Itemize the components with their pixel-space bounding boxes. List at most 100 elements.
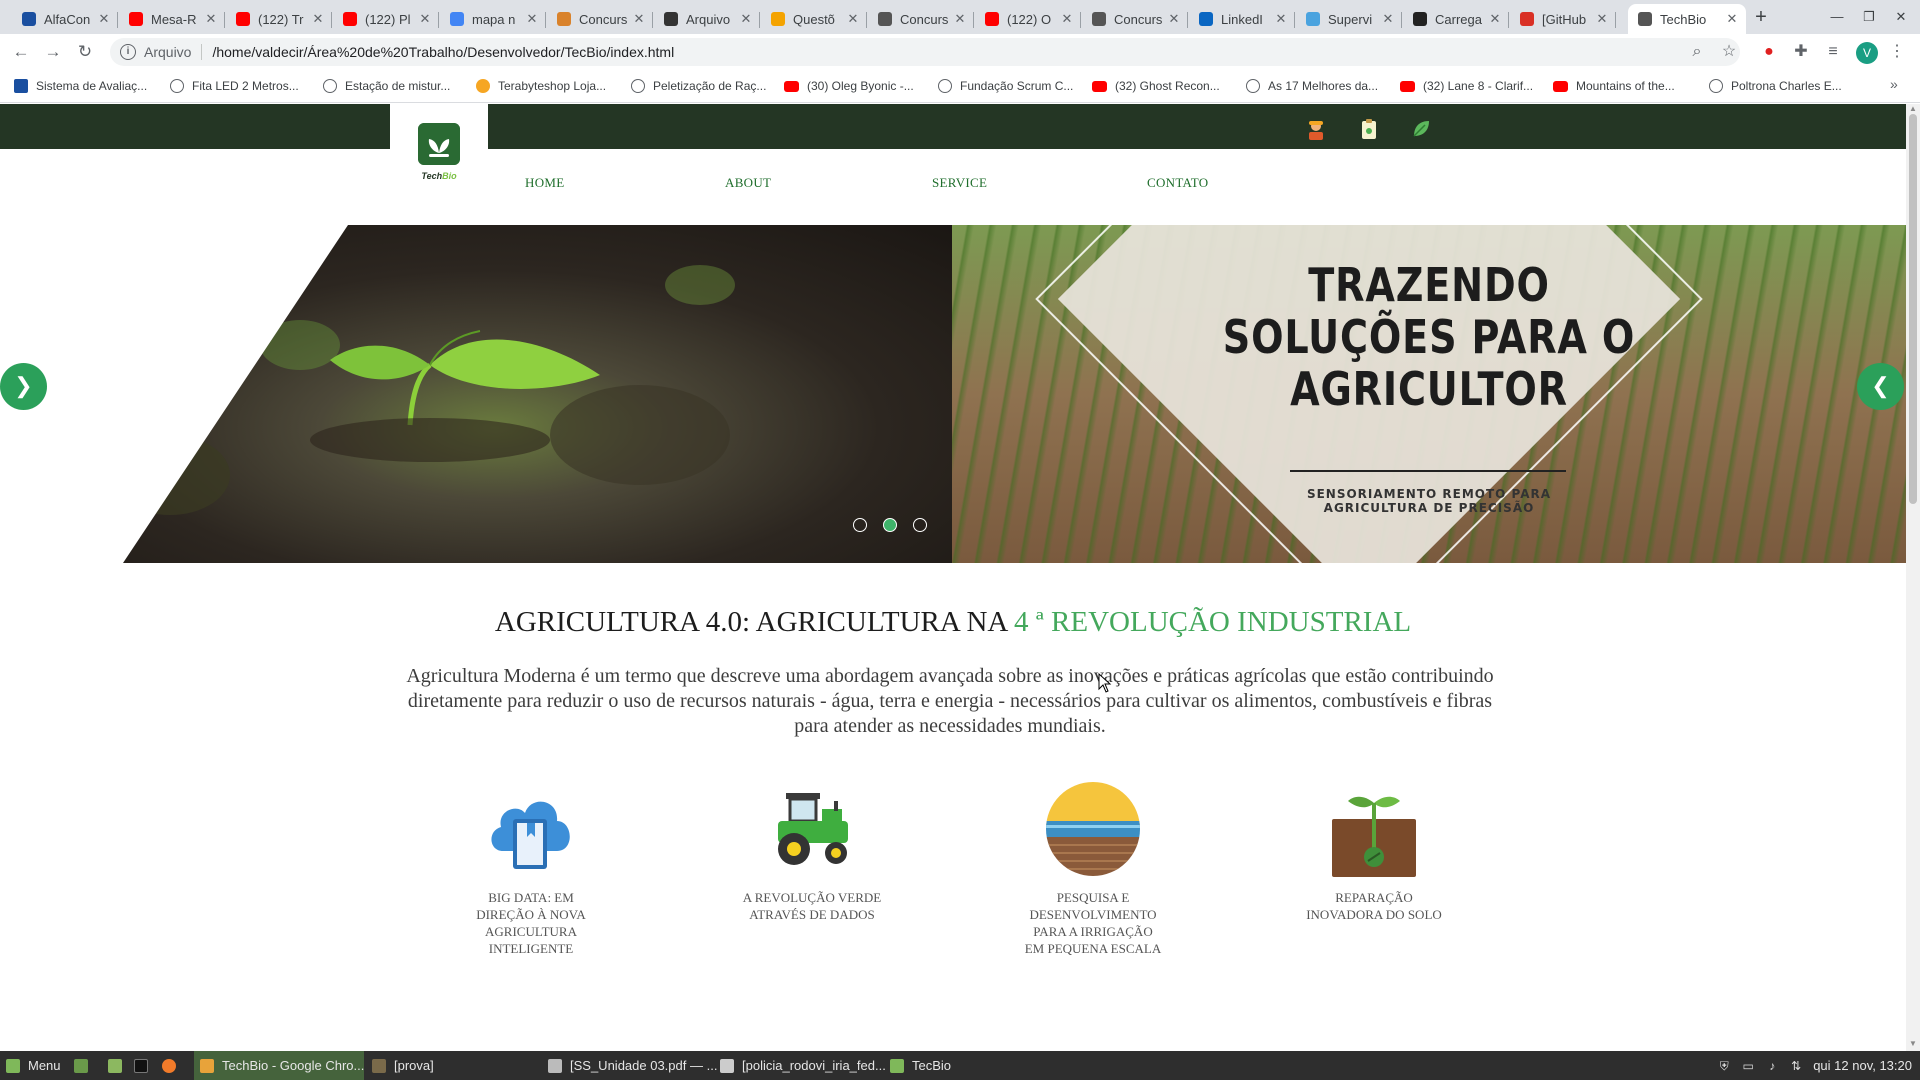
slider-dot-2[interactable] <box>883 518 897 532</box>
tab-close-icon[interactable]: ✕ <box>1166 11 1182 27</box>
tab-close-icon[interactable]: ✕ <box>1380 11 1396 27</box>
scroll-thumb[interactable] <box>1909 114 1917 504</box>
scroll-up-arrow[interactable]: ▲ <box>1909 104 1917 113</box>
files-launcher-icon[interactable] <box>108 1051 130 1080</box>
opera-extension-icon[interactable]: ● <box>1758 42 1780 64</box>
browser-tab[interactable]: LinkedI ✕ <box>1189 4 1295 34</box>
taskbar-window-item[interactable]: TechBio - Google Chro... <box>194 1051 364 1080</box>
browser-tab[interactable]: AlfaCon ✕ <box>12 4 118 34</box>
bookmark-item[interactable]: (30) Oleg Byonic -... <box>784 76 914 96</box>
tab-close-icon[interactable]: ✕ <box>203 11 219 27</box>
bookmark-item[interactable]: Poltrona Charles E... <box>1709 76 1842 96</box>
bookmark-item[interactable]: Estação de mistur... <box>323 76 450 96</box>
browser-tab[interactable]: Questõ ✕ <box>761 4 867 34</box>
slider-dot-3[interactable] <box>913 518 927 532</box>
browser-tab[interactable]: (122) O ✕ <box>975 4 1081 34</box>
nav-service[interactable]: SERVICE <box>932 175 987 191</box>
bookmark-star-icon[interactable]: ☆ <box>1718 42 1740 64</box>
tab-close-icon[interactable]: ✕ <box>524 11 540 27</box>
tab-close-icon[interactable]: ✕ <box>631 11 647 27</box>
bookmark-item[interactable]: Sistema de Avaliaç... <box>14 76 147 96</box>
browser-tab[interactable]: mapa n ✕ <box>440 4 546 34</box>
back-button[interactable]: ← <box>10 42 32 64</box>
close-window-button[interactable]: ✕ <box>1886 6 1916 28</box>
tab-close-icon[interactable]: ✕ <box>310 11 326 27</box>
minimize-button[interactable]: — <box>1822 6 1852 28</box>
shield-icon[interactable]: ⛨ <box>1717 1059 1731 1073</box>
taskbar-window-item[interactable]: [prova] <box>366 1051 536 1080</box>
browser-tab[interactable]: [GitHub ✕ <box>1510 4 1616 34</box>
tab-close-icon[interactable]: ✕ <box>845 11 861 27</box>
address-url[interactable]: /home/valdecir/Área%20de%20Trabalho/Dese… <box>212 44 674 60</box>
browser-tab[interactable]: Carrega ✕ <box>1403 4 1509 34</box>
leaf-icon[interactable] <box>1410 118 1432 140</box>
feature-irrigation[interactable]: PESQUISA E DESENVOLVIMENTO PARA A IRRIGA… <box>1023 781 1163 957</box>
clock[interactable]: qui 12 nov, 13:20 <box>1813 1058 1912 1073</box>
globe-icon <box>1709 79 1723 93</box>
tab-close-icon[interactable]: ✕ <box>1059 11 1075 27</box>
bookmark-item[interactable]: Fita LED 2 Metros... <box>170 76 299 96</box>
browser-menu-icon[interactable]: ⋮ <box>1886 42 1908 64</box>
page-scrollbar[interactable]: ▲ ▼ <box>1906 104 1920 1051</box>
extensions-icon[interactable]: ✚ <box>1790 42 1812 64</box>
window-icon <box>720 1058 734 1073</box>
tab-close-icon[interactable]: ✕ <box>738 11 754 27</box>
tab-close-icon[interactable]: ✕ <box>1273 11 1289 27</box>
nav-about[interactable]: ABOUT <box>725 175 771 191</box>
zoom-icon[interactable]: ⌕ <box>1686 42 1708 64</box>
bookmark-item[interactable]: Fundação Scrum C... <box>938 76 1073 96</box>
clipboard-icon[interactable] <box>1358 118 1380 140</box>
tab-close-icon[interactable]: ✕ <box>96 11 112 27</box>
nav-home[interactable]: HOME <box>525 175 564 191</box>
slider-dot-1[interactable] <box>853 518 867 532</box>
browser-tab[interactable]: Arquivo ✕ <box>654 4 760 34</box>
bookmark-item[interactable]: As 17 Melhores da... <box>1246 76 1378 96</box>
github-icon <box>1413 12 1427 26</box>
browser-tab[interactable]: Mesa-R ✕ <box>119 4 225 34</box>
browser-tab[interactable]: Concurs ✕ <box>547 4 653 34</box>
browser-tab[interactable]: Concurs ✕ <box>1082 4 1188 34</box>
browser-tab[interactable]: (122) Pl ✕ <box>333 4 439 34</box>
feature-soil-repair[interactable]: REPARAÇÃO INOVADORA DO SOLO <box>1304 781 1444 923</box>
taskbar-window-item[interactable]: TecBio <box>884 1051 974 1080</box>
farmer-icon[interactable] <box>1305 118 1327 140</box>
site-info-icon[interactable]: i <box>120 44 136 60</box>
notification-icon[interactable]: ▭ <box>1741 1059 1755 1073</box>
volume-icon[interactable]: ♪ <box>1765 1059 1779 1073</box>
bookmark-item[interactable]: (32) Lane 8 - Clarif... <box>1400 76 1533 96</box>
nav-contato[interactable]: CONTATO <box>1147 175 1209 191</box>
feature-green-revolution[interactable]: A REVOLUÇÃO VERDE ATRAVÉS DE DADOS <box>742 781 882 923</box>
network-icon[interactable]: ⇅ <box>1789 1059 1803 1073</box>
bookmarks-overflow-button[interactable]: » <box>1890 76 1898 92</box>
bookmark-item[interactable]: Terabyteshop Loja... <box>476 76 606 96</box>
tab-close-icon[interactable]: ✕ <box>1487 11 1503 27</box>
browser-tab[interactable]: (122) Tr ✕ <box>226 4 332 34</box>
browser-tab[interactable]: Supervi ✕ <box>1296 4 1402 34</box>
bookmark-item[interactable]: Mountains of the... <box>1553 76 1675 96</box>
slider-next-button[interactable]: ❯ <box>0 363 47 410</box>
taskbar-window-item[interactable]: [policia_rodovi_iria_fed... <box>714 1051 886 1080</box>
show-desktop-icon[interactable] <box>74 1051 96 1080</box>
browser-tab[interactable]: TechBio ✕ <box>1628 4 1746 34</box>
reload-button[interactable]: ↻ <box>74 42 96 64</box>
slider-prev-button[interactable]: ❮ <box>1857 363 1904 410</box>
restore-button[interactable]: ❐ <box>1854 6 1884 28</box>
new-tab-button[interactable]: + <box>1748 6 1774 30</box>
terminal-launcher-icon[interactable] <box>134 1051 156 1080</box>
feature-big-data[interactable]: BIG DATA: EM DIREÇÃO À NOVA AGRICULTURA … <box>461 781 601 957</box>
forward-button[interactable]: → <box>42 42 64 64</box>
taskbar-window-item[interactable]: [SS_Unidade 03.pdf — ... <box>542 1051 717 1080</box>
scroll-down-arrow[interactable]: ▼ <box>1909 1039 1917 1048</box>
start-menu-button[interactable]: Menu <box>6 1051 61 1080</box>
firefox-launcher-icon[interactable] <box>162 1051 184 1080</box>
browser-tab[interactable]: Concurs ✕ <box>868 4 974 34</box>
profile-avatar[interactable]: V <box>1856 42 1878 64</box>
tab-close-icon[interactable]: ✕ <box>1594 11 1610 27</box>
tab-close-icon[interactable]: ✕ <box>1724 11 1740 27</box>
bookmark-item[interactable]: (32) Ghost Recon... <box>1092 76 1220 96</box>
address-bar[interactable]: i Arquivo /home/valdecir/Área%20de%20Tra… <box>110 38 1740 66</box>
tab-close-icon[interactable]: ✕ <box>952 11 968 27</box>
bookmark-item[interactable]: Peletização de Raç... <box>631 76 766 96</box>
media-control-icon[interactable]: ≡ <box>1822 42 1844 64</box>
tab-close-icon[interactable]: ✕ <box>417 11 433 27</box>
